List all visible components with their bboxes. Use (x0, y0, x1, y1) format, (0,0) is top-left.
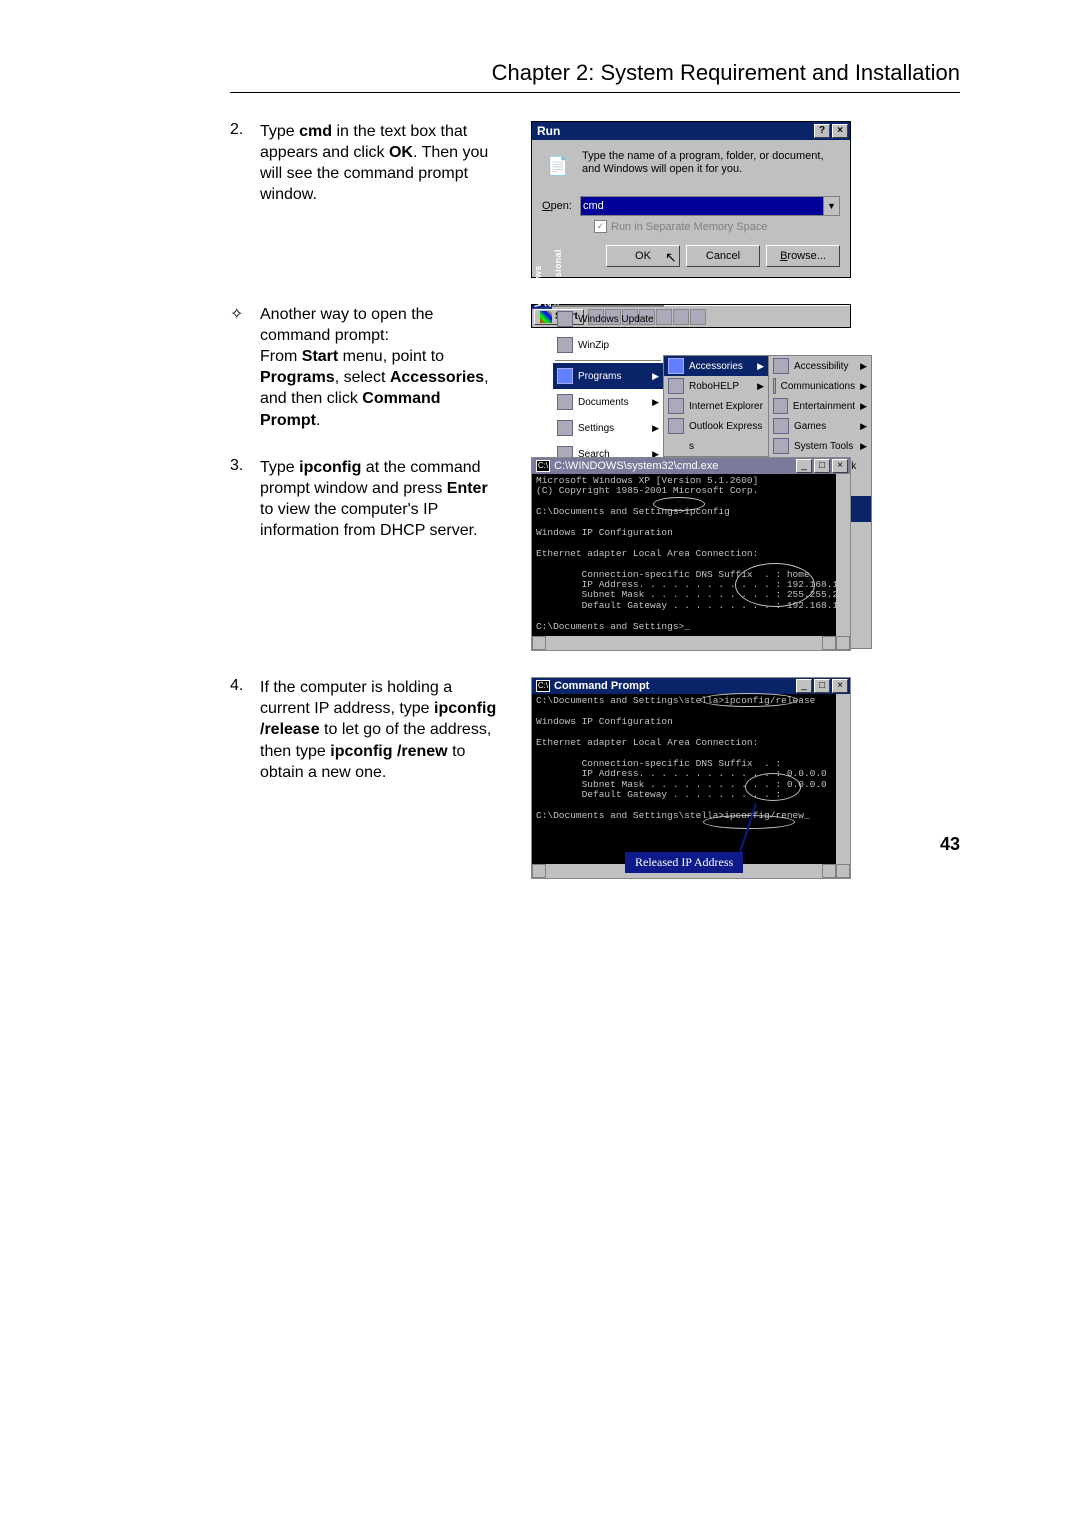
cmd-window-ipconfig: C:\ C:\WINDOWS\system32\cmd.exe _ □ × Mi… (531, 457, 851, 652)
folder-icon (773, 378, 776, 394)
acc-item[interactable]: Accessibility▶ (769, 356, 871, 376)
run-icon: 📄 (542, 150, 574, 182)
folder-icon (668, 358, 684, 374)
winzip-icon (557, 337, 573, 353)
step-2-text: Type cmd in the text box that appears an… (260, 121, 515, 205)
tip-bullet: ✧ (230, 304, 260, 324)
cancel-button[interactable]: Cancel (686, 245, 760, 267)
step-number: 4. (230, 677, 260, 695)
scrollbar-vertical[interactable] (836, 694, 850, 864)
submenu-item-s[interactable]: s (664, 436, 768, 456)
windows-icon (540, 311, 552, 323)
start-menu-main: Windows Update WinZip Programs▶ Document… (552, 305, 664, 307)
cmd-titlebar: C:\ Command Prompt _ □ × (532, 678, 850, 694)
folder-icon (668, 378, 684, 394)
chevron-right-icon: ▶ (652, 371, 659, 382)
programs-icon (557, 368, 573, 384)
highlight-ellipse (653, 497, 705, 511)
step-number: 3. (230, 457, 260, 475)
start-menu-figure: Windows 2000 Professional Windows Update… (531, 304, 851, 328)
documents-icon (557, 394, 573, 410)
cmd-icon: C:\ (536, 680, 550, 692)
maximize-icon[interactable]: □ (814, 459, 830, 473)
submenu-item-outlook[interactable]: Outlook Express (664, 416, 768, 436)
acc-item[interactable]: Communications▶ (769, 376, 871, 396)
folder-icon (773, 398, 788, 414)
run-open-label: OOpen:pen: (542, 200, 572, 212)
submenu-item-robohelp[interactable]: RoboHELP▶ (664, 376, 768, 396)
run-open-input[interactable] (581, 197, 823, 215)
acc-item[interactable]: Entertainment▶ (769, 396, 871, 416)
run-open-combo[interactable]: ▼ (580, 196, 840, 216)
folder-icon (773, 358, 789, 374)
menu-item-settings[interactable]: Settings▶ (553, 415, 663, 441)
start-menu-sidebar-band: Windows 2000 Professional (532, 305, 552, 309)
cmd-titlebar: C:\ C:\WINDOWS\system32\cmd.exe _ □ × (532, 458, 850, 474)
maximize-icon[interactable]: □ (814, 679, 830, 693)
scrollbar-vertical[interactable] (836, 474, 850, 637)
minimize-icon[interactable]: _ (796, 459, 812, 473)
run-separate-memory-checkbox: ✓ (594, 220, 607, 233)
page-number: 43 (940, 834, 960, 855)
globe-icon (557, 311, 573, 327)
tray-icon[interactable] (690, 309, 706, 325)
menu-item-programs[interactable]: Programs▶ (553, 363, 663, 389)
menu-item-winzip[interactable]: WinZip (553, 332, 663, 358)
folder-icon (773, 418, 789, 434)
acc-item[interactable]: Games▶ (769, 416, 871, 436)
ie-icon (668, 398, 684, 414)
tray-icon[interactable] (673, 309, 689, 325)
ok-button[interactable]: OK (606, 245, 680, 267)
submenu-item-accessories[interactable]: Accessories▶ (664, 356, 768, 376)
settings-icon (557, 420, 573, 436)
callout-released-ip: Released IP Address (625, 852, 743, 873)
close-icon[interactable]: × (832, 459, 848, 473)
run-titlebar: Run ? × (532, 122, 850, 140)
submenu-item-ie[interactable]: Internet Explorer (664, 396, 768, 416)
tip-text: Another way to open the command prompt: … (260, 304, 515, 431)
run-dialog: Run ? × 📄 Type the name of a program, fo… (531, 121, 851, 278)
browse-button[interactable]: Browse... (766, 245, 840, 267)
menu-item-documents[interactable]: Documents▶ (553, 389, 663, 415)
step-number: 2. (230, 121, 260, 139)
chevron-down-icon[interactable]: ▼ (823, 197, 839, 215)
scrollbar-horizontal[interactable]: ◄► (532, 636, 850, 650)
minimize-icon[interactable]: _ (796, 679, 812, 693)
cmd-window-release-renew: C:\ Command Prompt _ □ × C:\Documents an… (531, 677, 851, 879)
help-icon[interactable]: ? (814, 124, 830, 138)
cmd-icon: C:\ (536, 460, 550, 472)
close-icon[interactable]: × (832, 679, 848, 693)
run-description: Type the name of a program, folder, or d… (582, 150, 840, 182)
programs-submenu: Accessories▶ RoboHELP▶ Internet Explorer… (663, 355, 769, 457)
folder-icon (773, 438, 789, 454)
menu-item-windows-update[interactable]: Windows Update (553, 306, 663, 332)
acc-item[interactable]: System Tools▶ (769, 436, 871, 456)
chapter-header: Chapter 2: System Requirement and Instal… (230, 60, 960, 93)
outlook-icon (668, 418, 684, 434)
highlight-ellipse (735, 563, 815, 607)
run-separate-memory-label: Run in Separate Memory Space (611, 221, 768, 233)
step-4-text: If the computer is holding a current IP … (260, 677, 515, 783)
step-3-text: Type ipconfig at the command prompt wind… (260, 457, 515, 541)
close-icon[interactable]: × (832, 124, 848, 138)
